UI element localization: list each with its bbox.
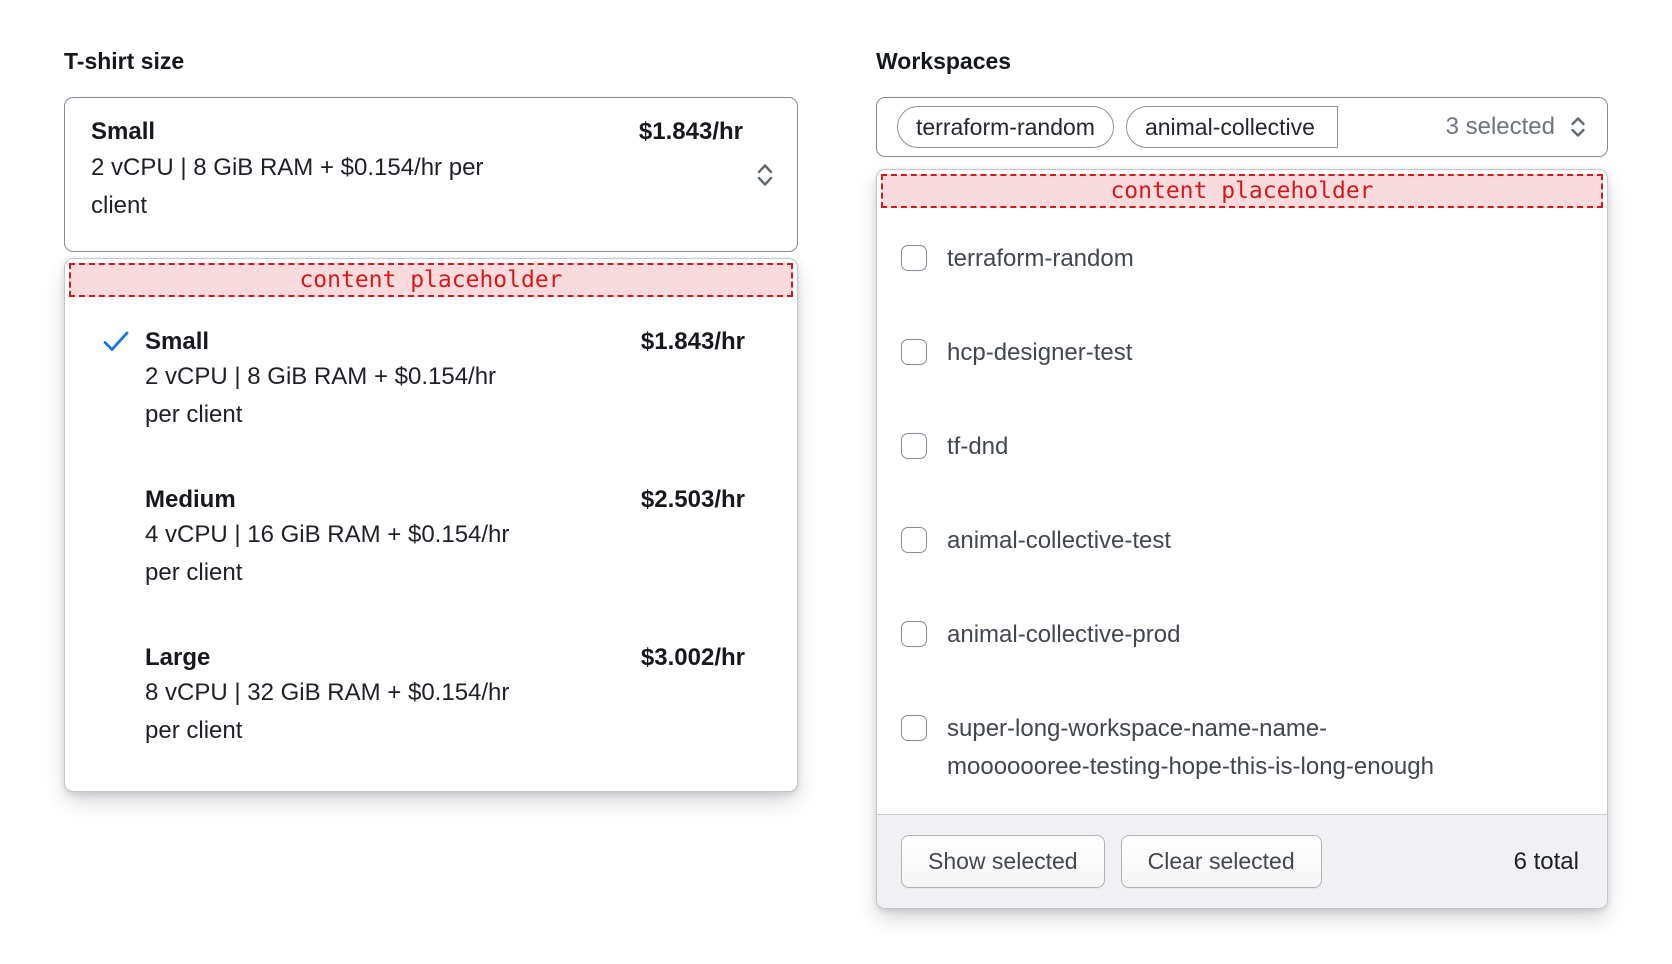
content-placeholder-banner: content placeholder <box>881 174 1603 208</box>
workspace-label: animal-collective-test <box>947 522 1171 560</box>
checkbox[interactable] <box>901 339 927 365</box>
workspaces-multiselect-trigger[interactable]: terraform-random animal-collective 3 sel… <box>876 97 1608 157</box>
size-option-medium[interactable]: Medium 4 vCPU | 16 GiB RAM + $0.154/hr p… <box>65 459 797 617</box>
tshirt-size-select-trigger[interactable]: Small 2 vCPU | 8 GiB RAM + $0.154/hr per… <box>64 97 798 252</box>
workspaces-heading: Workspaces <box>876 48 1608 75</box>
tag-animal-collective[interactable]: animal-collective <box>1126 106 1338 148</box>
option-title: Medium <box>145 484 641 516</box>
tshirt-size-heading: T-shirt size <box>64 48 798 75</box>
option-price: $2.503/hr <box>641 484 797 592</box>
caret-sort-icon <box>751 160 779 190</box>
workspaces-dropdown: content placeholder terraform-random hcp… <box>876 169 1608 909</box>
selected-count-label: 3 selected <box>1446 113 1555 141</box>
option-description: 4 vCPU | 16 GiB RAM + $0.154/hr per clie… <box>145 516 517 592</box>
clear-selected-button[interactable]: Clear selected <box>1121 835 1322 888</box>
option-price: $3.002/hr <box>641 642 797 750</box>
option-description: 8 vCPU | 32 GiB RAM + $0.154/hr per clie… <box>145 674 517 750</box>
selected-count-group: 3 selected <box>1446 113 1591 141</box>
show-selected-button[interactable]: Show selected <box>901 835 1105 888</box>
checkbox[interactable] <box>901 527 927 553</box>
workspace-label: animal-collective-prod <box>947 616 1180 654</box>
workspace-option-tf-dnd[interactable]: tf-dnd <box>877 400 1607 494</box>
checkbox[interactable] <box>901 715 927 741</box>
size-option-large[interactable]: Large 8 vCPU | 32 GiB RAM + $0.154/hr pe… <box>65 617 797 775</box>
selected-size-title: Small <box>91 115 677 149</box>
option-title: Large <box>145 642 641 674</box>
checkbox[interactable] <box>901 245 927 271</box>
checkbox[interactable] <box>901 433 927 459</box>
check-icon <box>101 326 145 434</box>
tag-terraform-random[interactable]: terraform-random <box>897 106 1114 148</box>
workspace-option-list: terraform-random hcp-designer-test tf-dn… <box>877 212 1607 814</box>
workspace-option-animal-collective-prod[interactable]: animal-collective-prod <box>877 588 1607 682</box>
workspace-option-animal-collective-test[interactable]: animal-collective-test <box>877 494 1607 588</box>
workspace-option-super-long-name[interactable]: super-long-workspace-name-name-moooooore… <box>877 682 1607 814</box>
size-option-small[interactable]: Small 2 vCPU | 8 GiB RAM + $0.154/hr per… <box>65 301 797 459</box>
total-count-label: 6 total <box>1514 848 1583 876</box>
tshirt-size-section: T-shirt size Small 2 vCPU | 8 GiB RAM + … <box>64 48 798 792</box>
selected-size-description: 2 vCPU | 8 GiB RAM + $0.154/hr per clien… <box>91 149 515 225</box>
workspace-label: terraform-random <box>947 240 1134 278</box>
option-description: 2 vCPU | 8 GiB RAM + $0.154/hr per clien… <box>145 358 517 434</box>
workspace-label: hcp-designer-test <box>947 334 1132 372</box>
checkbox[interactable] <box>901 621 927 647</box>
tshirt-size-dropdown: content placeholder Small 2 vCPU | 8 GiB… <box>64 258 798 792</box>
caret-sort-icon <box>1565 113 1591 141</box>
workspace-option-terraform-random[interactable]: terraform-random <box>877 212 1607 306</box>
workspaces-dropdown-footer: Show selected Clear selected 6 total <box>877 814 1607 908</box>
option-title: Small <box>145 326 641 358</box>
workspace-label: tf-dnd <box>947 428 1008 466</box>
content-placeholder-banner: content placeholder <box>69 263 793 297</box>
workspaces-section: Workspaces terraform-random animal-colle… <box>876 48 1608 909</box>
tshirt-option-list: Small 2 vCPU | 8 GiB RAM + $0.154/hr per… <box>65 301 797 791</box>
workspace-option-hcp-designer-test[interactable]: hcp-designer-test <box>877 306 1607 400</box>
selected-size-price: $1.843/hr <box>639 115 743 149</box>
workspace-label: super-long-workspace-name-name-moooooore… <box>947 710 1459 786</box>
option-price: $1.843/hr <box>641 326 797 434</box>
